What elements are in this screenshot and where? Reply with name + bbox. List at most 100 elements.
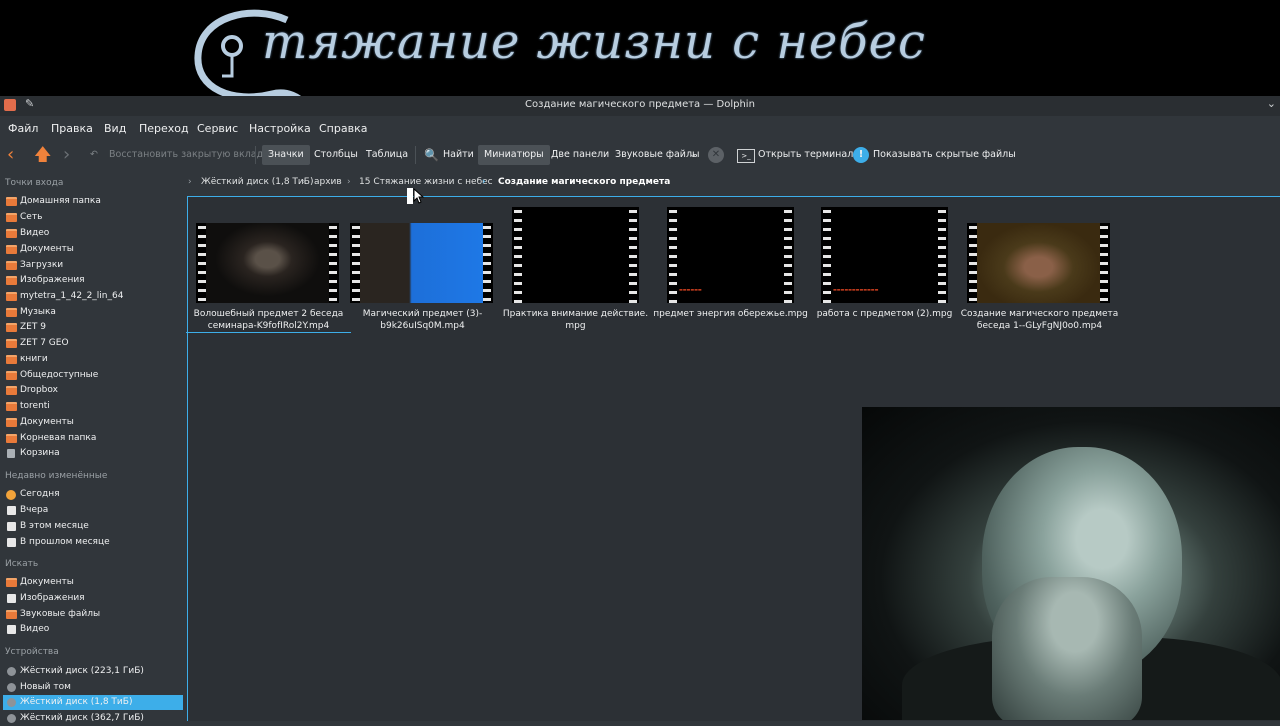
sidebar-item-mytetra[interactable]: mytetra_1_42_2_lin_64 [3,289,183,304]
folder-music-icon [6,308,17,317]
sidebar-device-new-volume[interactable]: Новый том [3,680,183,695]
file-item[interactable]: Создание магического предмета беседа 1--G… [961,223,1118,331]
folder-videos-icon [6,229,17,238]
menu-view[interactable]: Вид [104,122,126,135]
chevron-right-icon[interactable]: › [302,177,306,187]
sidebar-search-documents[interactable]: Документы [3,575,183,590]
view-table-button[interactable]: Таблица [366,145,408,165]
sidebar-item-zet9[interactable]: ZET 9 [3,320,183,335]
sidebar-item-documents[interactable]: Документы [3,242,183,257]
search-header: Искать [5,559,39,569]
recent-header: Недавно изменённые [5,471,108,481]
mouse-cursor-icon [407,188,425,204]
forward-arrow-icon[interactable]: › [63,145,70,165]
folder-documents-icon [6,578,17,587]
sidebar-item-public[interactable]: Общедоступные [3,368,183,383]
sidebar-item-trash[interactable]: Корзина [3,446,183,461]
document-icon [7,522,16,531]
menu-go[interactable]: Переход [139,122,189,135]
find-button[interactable]: Найти [443,145,474,165]
window-menu-chevron-icon[interactable]: ⌄ [1267,97,1276,110]
close-icon[interactable]: ✕ [708,147,724,163]
sidebar-item-today[interactable]: Сегодня [3,487,183,502]
places-header: Точки входа [5,178,64,188]
document-icon [7,538,16,547]
menu-edit[interactable]: Правка [51,122,93,135]
file-name: Волошебный предмет 2 беседа семинара-K9fo… [186,308,351,333]
back-arrow-icon[interactable]: ‹ [7,145,14,165]
folder-icon [6,418,17,427]
folder-pictures-icon [6,276,17,285]
up-arrow-icon[interactable]: 🡅 [34,145,51,165]
sidebar-item-network[interactable]: Сеть [3,210,183,225]
sidebar-item-torenti[interactable]: torenti [3,399,183,414]
sidebar-item-yesterday[interactable]: Вчера [3,503,183,518]
hard-disk-icon [7,698,16,707]
restore-tab-icon[interactable]: ↶ [90,145,98,165]
sidebar-item-this-month[interactable]: В этом месяце [3,519,183,534]
sidebar-search-video[interactable]: Видео [3,622,183,637]
breadcrumb-current[interactable]: Создание магического предмета [498,177,670,187]
breadcrumb-disk[interactable]: Жёсткий диск (1,8 ТиБ) [201,177,313,187]
restore-tab-button[interactable]: Восстановить закрытую вкладку [109,145,275,165]
chevron-right-icon[interactable]: › [347,177,351,187]
sidebar-device-disk-223[interactable]: Жёсткий диск (223,1 ГиБ) [3,664,183,679]
sidebar-item-root[interactable]: Корневая папка [3,431,183,446]
file-name: Практика внимание действие. mpg [502,309,649,331]
chevron-right-icon[interactable]: › [188,177,192,187]
video-thumbnail: ▬▬▬▬▬▬ [667,207,794,303]
terminal-icon[interactable]: >_ [737,149,755,163]
chevron-right-icon[interactable]: › [482,177,486,187]
sidebar-item-documents-2[interactable]: Документы [3,415,183,430]
file-item[interactable]: ▬▬▬▬▬▬▬▬▬▬▬▬ работа с предметом (2).mpg [817,207,952,319]
file-item[interactable]: Магический предмет (3)- b9k26uISq0M.mp4 [350,223,493,331]
menu-help[interactable]: Справка [319,122,367,135]
hard-disk-icon [7,667,16,676]
thumbnails-toggle[interactable]: Миниатюры [478,145,550,165]
sidebar-item-dropbox[interactable]: Dropbox [3,383,183,398]
file-item[interactable]: ▬▬▬▬▬▬ предмет энергия обережье.mpg [653,207,808,319]
folder-icon [6,339,17,348]
folder-icon [6,386,17,395]
hard-disk-icon [7,714,16,723]
chevron-down-icon[interactable]: ⌄ [689,145,697,165]
breadcrumb-archive[interactable]: архив [314,177,342,187]
split-view-button[interactable]: Две панели [551,145,609,165]
video-icon [7,625,16,634]
view-icons-button[interactable]: Значки [262,145,310,165]
file-name: Создание магического предмета беседа 1--G… [960,309,1119,331]
window-titlebar[interactable]: ✎ Создание магического предмета — Dolphi… [0,96,1280,116]
folder-icon [6,292,17,301]
breadcrumb-folder-15[interactable]: 15 Стяжание жизни с небес [359,177,493,187]
sidebar-search-audio[interactable]: Звуковые файлы [3,607,183,622]
menu-file[interactable]: Файл [8,122,38,135]
view-columns-button[interactable]: Столбцы [314,145,358,165]
info-icon[interactable]: ! [853,147,869,163]
sidebar-item-last-month[interactable]: В прошлом месяце [3,535,183,550]
banner-title: тяжание жизни с небес [262,14,926,70]
sidebar-item-books[interactable]: книги [3,352,183,367]
sidebar-item-downloads[interactable]: Загрузки [3,258,183,273]
file-item[interactable]: Практика внимание действие. mpg [503,207,648,331]
menu-settings[interactable]: Настройка [249,122,311,135]
folder-documents-icon [6,245,17,254]
video-thumbnail [196,223,339,303]
file-item[interactable]: Волошебный предмет 2 беседа семинара-K9fo… [186,223,351,333]
sidebar-search-images[interactable]: Изображения [3,591,183,606]
video-thumbnail [350,223,493,303]
sidebar-item-home[interactable]: Домашняя папка [3,194,183,209]
sidebar-item-music[interactable]: Музыка [3,305,183,320]
sidebar-item-zet7geo[interactable]: ZET 7 GEO [3,336,183,351]
sidebar-item-pictures[interactable]: Изображения [3,273,183,288]
search-icon[interactable]: 🔍 [424,145,439,165]
sidebar-device-disk-1-8[interactable]: Жёсткий диск (1,8 ТиБ) [3,695,183,710]
show-hidden-files-button[interactable]: Показывать скрытые файлы [873,145,1016,165]
video-banner: тяжание жизни с небес [0,0,1280,96]
file-name: Магический предмет (3)- b9k26uISq0M.mp4 [362,309,483,331]
sidebar-item-videos[interactable]: Видео [3,226,183,241]
presenter-beard [992,577,1142,720]
sidebar-device-disk-362[interactable]: Жёсткий диск (362,7 ГиБ) [3,711,183,726]
menu-tools[interactable]: Сервис [197,122,238,135]
audio-files-button[interactable]: Звуковые файлы [615,145,700,165]
open-terminal-button[interactable]: Открыть терминал [758,145,853,165]
